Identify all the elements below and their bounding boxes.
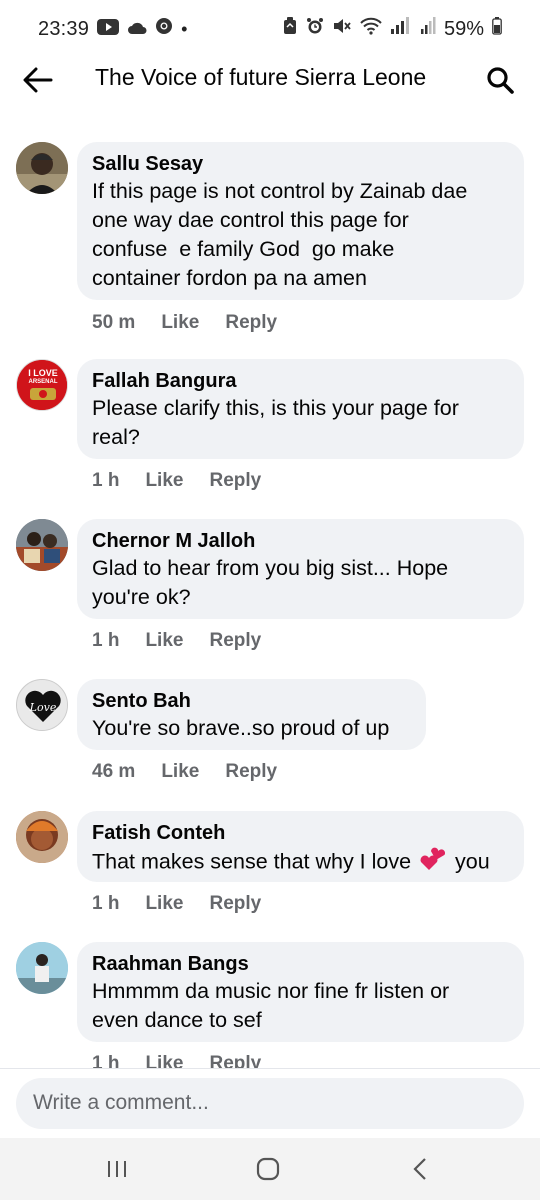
like-button[interactable]: Like	[145, 893, 183, 915]
home-button[interactable]	[248, 1152, 288, 1186]
comment-author[interactable]: Fatish Conteh	[92, 820, 509, 846]
comment-time: 50 m	[92, 312, 136, 333]
avatar[interactable]: I LOVE ARSENAL	[16, 359, 68, 411]
back-button[interactable]	[20, 62, 56, 98]
page-title: The Voice of future Sierra Leone	[95, 64, 427, 90]
two-hearts-icon	[419, 846, 447, 880]
search-button[interactable]	[482, 62, 518, 98]
avatar-text-line-1: I LOVE	[28, 368, 58, 378]
comment-author[interactable]: Sento Bah	[92, 688, 411, 714]
comment-author[interactable]: Chernor M Jalloh	[92, 528, 509, 554]
signal-2-icon	[420, 17, 436, 41]
avatar[interactable]	[16, 942, 68, 994]
reply-button[interactable]: Reply	[225, 312, 277, 334]
battery-percent: 59%	[443, 17, 484, 40]
comment-bubble[interactable]: Fatish Conteh That makes sense that why …	[77, 811, 524, 882]
comment-text: Please clarify this, is this your page f…	[92, 396, 459, 449]
comment-time: 1 h	[92, 470, 120, 491]
comment-bubble[interactable]: Sento Bah You're so brave..so proud of u…	[77, 679, 426, 750]
app-bar: The Voice of future Sierra Leone	[0, 58, 540, 102]
like-button[interactable]: Like	[161, 761, 199, 783]
like-button[interactable]: Like	[145, 470, 183, 492]
avatar-text-line-2: ARSENAL	[28, 379, 57, 385]
back-nav-button[interactable]	[400, 1152, 440, 1186]
comment-time: 1 h	[92, 893, 120, 914]
comment-actions: 1 h Like Reply	[92, 630, 261, 652]
comment-text: That makes sense that why I love you	[92, 846, 509, 880]
reply-button[interactable]: Reply	[209, 470, 261, 492]
avatar[interactable]: Love	[16, 679, 68, 731]
comment-author[interactable]: Raahman Bangs	[92, 951, 509, 977]
comment-time: 46 m	[92, 761, 136, 782]
recent-apps-button[interactable]	[97, 1152, 137, 1186]
status-time: 23:39	[38, 17, 90, 40]
chrome-icon	[155, 17, 173, 41]
comment-text: You're so brave..so proud of up	[92, 716, 390, 740]
comment-bubble[interactable]: Fallah Bangura Please clarify this, is t…	[77, 359, 524, 459]
status-dot: •	[181, 18, 188, 39]
like-button[interactable]: Like	[161, 312, 199, 334]
back-arrow-icon	[23, 67, 53, 93]
reply-button[interactable]: Reply	[209, 630, 261, 652]
back-chevron-icon	[413, 1158, 426, 1180]
comment-text-part: you	[449, 849, 490, 874]
alarm-icon	[306, 17, 324, 41]
status-bar: 23:39 • 59%	[0, 0, 540, 58]
mute-icon	[332, 17, 352, 41]
comment-bubble[interactable]: Sallu Sesay If this page is not control …	[77, 142, 524, 300]
comment-text: If this page is not control by Zainab da…	[92, 179, 468, 290]
comment-actions: 50 m Like Reply	[92, 312, 277, 334]
avatar[interactable]	[16, 811, 68, 863]
signal-icon	[390, 17, 412, 41]
comment-author[interactable]: Fallah Bangura	[92, 368, 509, 394]
comment-actions: 46 m Like Reply	[92, 761, 277, 783]
comment-text: Hmmmm da music nor fine fr listen or eve…	[92, 979, 450, 1032]
comment-actions: 1 h Like Reply	[92, 893, 261, 915]
comment-time: 1 h	[92, 630, 120, 651]
home-icon	[256, 1157, 280, 1181]
battery-icon	[492, 17, 502, 41]
avatar-text-line-1: Love	[29, 701, 57, 714]
avatar[interactable]	[16, 519, 68, 571]
comment-bubble[interactable]: Chernor M Jalloh Glad to hear from you b…	[77, 519, 524, 619]
youtube-icon	[97, 18, 120, 41]
reply-button[interactable]: Reply	[209, 893, 261, 915]
cloud-icon	[127, 18, 147, 41]
status-right: 59%	[282, 17, 502, 41]
system-nav-bar	[0, 1138, 540, 1200]
recent-apps-icon	[108, 1161, 126, 1177]
comment-author[interactable]: Sallu Sesay	[92, 151, 509, 177]
comment-bubble[interactable]: Raahman Bangs Hmmmm da music nor fine fr…	[77, 942, 524, 1042]
comments-list: Sallu Sesay If this page is not control …	[0, 140, 540, 1070]
notification-icon	[282, 17, 298, 41]
reply-button[interactable]: Reply	[225, 761, 277, 783]
comment-text-part: That makes sense that why I love	[92, 849, 418, 874]
avatar[interactable]	[16, 142, 68, 194]
like-button[interactable]: Like	[145, 630, 183, 652]
comment-actions: 1 h Like Reply	[92, 470, 261, 492]
comment-input[interactable]: Write a comment...	[16, 1078, 524, 1129]
comment-composer-bar: Write a comment...	[0, 1068, 540, 1138]
search-icon	[487, 67, 514, 94]
status-left: 23:39 •	[38, 17, 187, 41]
comment-text: Glad to hear from you big sist... Hope y…	[92, 556, 449, 609]
wifi-icon	[360, 17, 382, 41]
